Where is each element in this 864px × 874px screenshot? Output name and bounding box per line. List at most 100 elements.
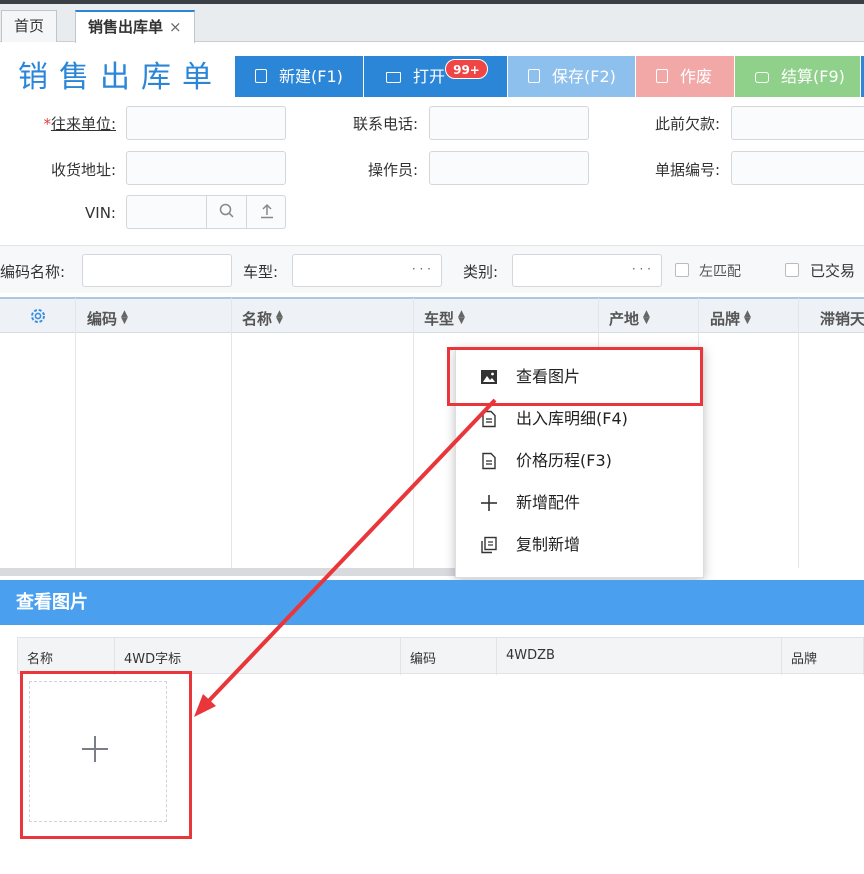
menu-item-add-part-label: 新增配件 [516, 493, 581, 512]
document-icon [482, 410, 496, 428]
info-name-value: 4WD字标 [124, 652, 182, 667]
cell-code: 1.5TZB-CC-HF [87, 376, 193, 394]
category-more-icon: · · · [631, 262, 651, 276]
info-divider [400, 638, 401, 675]
cell-car: 长城 [424, 448, 455, 466]
grid-scrollbar[interactable] [0, 568, 455, 576]
sort-icon: ▲ ▼ [121, 309, 128, 326]
traded-checkbox[interactable] [785, 263, 799, 277]
cell-car: 长城 [424, 518, 455, 536]
menu-item-copy-new[interactable]: 复制新增 [456, 524, 705, 566]
left-match-label: 左匹配 [699, 264, 741, 280]
cell-days: 10 [837, 551, 857, 568]
highlight-box-upload [20, 671, 192, 839]
table-row[interactable]: 4 SQDNB-225-C 四驱电脑板 长城 纯正 1 [0, 438, 864, 473]
cell-brand: 纯正 [710, 448, 741, 466]
col-header-days[interactable]: 滞销天 [820, 308, 864, 329]
table-row[interactable]: 7 13L-5RAY 13立 5RA 10 [0, 543, 864, 568]
image-panel-info: 名称 4WD字标 编码 4WDZB 品牌 [17, 637, 864, 675]
cell-idx: 6 [36, 516, 46, 534]
table-row[interactable]: 3 2.4B-HF 2.4标 长城 10 [0, 403, 864, 438]
col-code-label: 编码 [87, 310, 118, 328]
cell-days: 10 [837, 481, 857, 499]
cell-name: 2.4标 [242, 413, 281, 431]
cell-car: 长城 [424, 413, 455, 431]
col-car-label: 车型 [424, 310, 455, 328]
cell-code: 4WDZB [87, 341, 144, 359]
traded-label: 已交易 [810, 262, 856, 280]
col-header-code[interactable]: 编码 ▲ ▼ [87, 308, 128, 329]
col-name-label: 名称 [242, 310, 273, 328]
col-header-name[interactable]: 名称 ▲ ▼ [242, 308, 283, 329]
col-divider [231, 298, 232, 568]
info-code-value: 4WDZB [506, 648, 555, 663]
highlight-box-menu [447, 347, 703, 406]
cell-name: 4WD字标 [242, 343, 308, 361]
cell-code: HSHZJ-491Q [87, 481, 180, 499]
menu-item-copy-new-label: 复制新增 [516, 535, 581, 554]
col-header-car[interactable]: 车型 ▲ ▼ [424, 308, 465, 329]
image-panel-header: 查看图片 [0, 580, 864, 625]
col-days-label: 滞销天 [820, 310, 864, 328]
cell-idx: 5 [36, 481, 46, 499]
cell-idx: 1 [36, 341, 46, 359]
sort-icon: ▲ ▼ [643, 309, 650, 326]
cell-name: 方向机中间轴/21.2 [242, 483, 371, 501]
menu-item-add-part[interactable]: 新增配件 [456, 482, 705, 524]
cell-days: 10 [837, 411, 857, 429]
menu-item-price-history-label: 价格历程(F3) [516, 451, 612, 470]
cell-idx: 2 [36, 376, 46, 394]
col-divider [798, 298, 799, 568]
car-type-more-icon: · · · [411, 262, 431, 276]
left-match-checkbox[interactable] [675, 263, 689, 277]
col-header-brand[interactable]: 品牌 ▲ ▼ [710, 308, 751, 329]
col-brand-label: 品牌 [710, 310, 741, 328]
cell-name: 1.5T字标 [242, 378, 306, 396]
car-type-label: 车型: [243, 263, 279, 281]
cell-name: 四驱电脑板 [242, 448, 318, 466]
cell-code: 13L-5RAY [87, 551, 158, 568]
cell-idx: 7 [36, 551, 46, 568]
menu-item-price-history[interactable]: 价格历程(F3) [456, 440, 705, 482]
code-name-label: 编码名称: [0, 263, 66, 281]
col-divider [75, 298, 76, 568]
category-label: 类别: [463, 263, 499, 281]
cell-idx: 3 [36, 411, 46, 429]
info-brand-label: 品牌 [791, 652, 818, 667]
col-header-origin[interactable]: 产地 ▲ ▼ [609, 308, 650, 329]
col-divider [413, 298, 414, 568]
info-name-label: 名称 [27, 652, 54, 667]
table-row[interactable]: 6 2.8TCZB 2.8TC标 长城 10 [0, 508, 864, 543]
plus-icon [481, 495, 497, 511]
table-row[interactable]: 5 HSHZJ-491Q 方向机中间轴/21.2 江铃 纯正 10 [0, 473, 864, 508]
cell-code: 2.8TCZB [87, 516, 151, 534]
cell-code: SQDNB-225-C [87, 446, 192, 464]
sort-icon: ▲ ▼ [458, 309, 465, 326]
cell-car: 5RA [424, 551, 454, 568]
document-icon [482, 452, 496, 470]
cell-brand: 纯正 [710, 483, 741, 501]
table-row[interactable]: 2 1.5TZB-CC-HF 1.5T字标 长城 10 [0, 368, 864, 403]
gear-icon[interactable] [28, 306, 48, 326]
info-divider [781, 638, 782, 675]
cell-idx: 4 [36, 446, 46, 464]
menu-item-stock-detail-label: 出入库明细(F4) [516, 409, 628, 428]
cell-days: 1 [847, 341, 857, 359]
cell-days: 10 [837, 516, 857, 534]
info-divider [496, 638, 497, 675]
grid-header: 编码 ▲ ▼ 名称 ▲ ▼ 车型 ▲ ▼ 产地 ▲ ▼ 品牌 ▲ ▼ 滞销天 [0, 297, 864, 333]
cell-car: 江铃 [424, 483, 455, 501]
sort-icon: ▲ ▼ [744, 309, 751, 326]
cell-code: 2.4B-HF [87, 411, 147, 429]
cell-car: 个 [424, 343, 440, 361]
cell-name: 13立 [242, 553, 277, 568]
table-row[interactable]: 14WDZB4WD字标个不找华威1 [0, 333, 864, 368]
annotation-arrow-head [194, 694, 216, 717]
info-code-label: 编码 [410, 652, 437, 667]
cell-name: 2.8TC标 [242, 518, 300, 536]
copy-icon [481, 536, 497, 554]
sort-icon: ▲ ▼ [276, 309, 283, 326]
cell-brand: 华威 [710, 343, 741, 361]
info-divider [114, 638, 115, 675]
cell-days: 10 [837, 376, 857, 394]
